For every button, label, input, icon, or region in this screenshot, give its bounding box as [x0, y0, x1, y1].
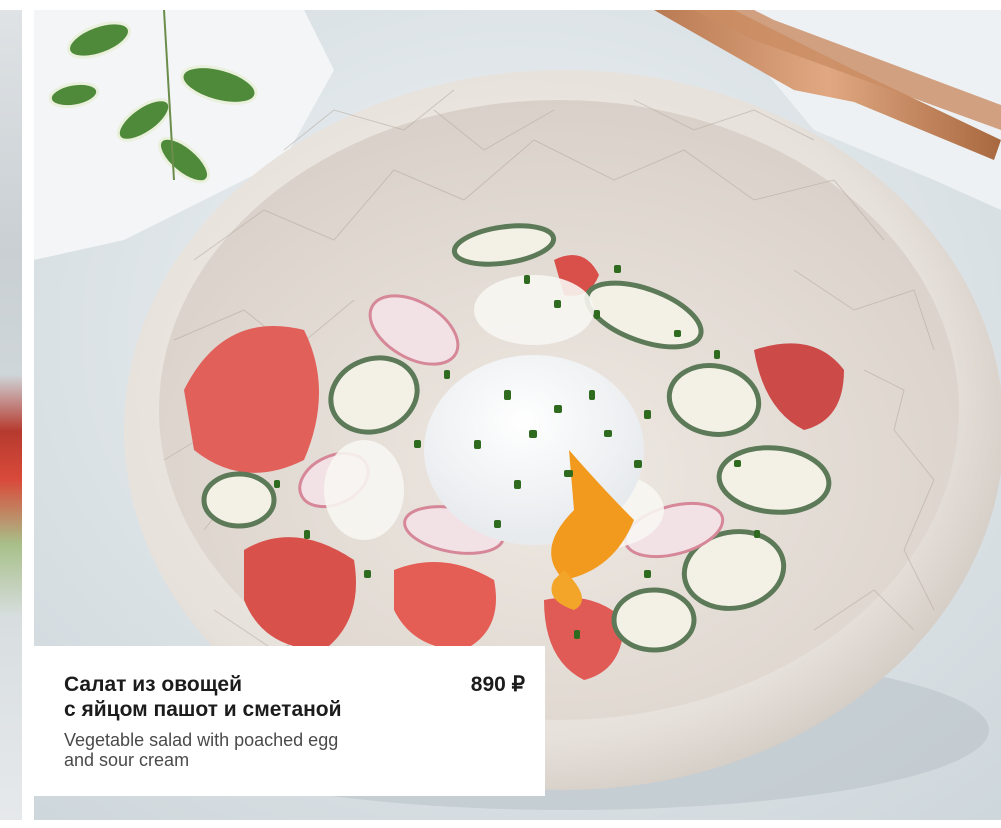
dish-title-ru-line2: с яйцом пашот и сметаной: [64, 698, 342, 721]
dish-title-ru: Салат из овощей с яйцом пашот и сметаной: [64, 672, 444, 722]
previous-dish-photo[interactable]: [0, 10, 22, 820]
dish-caption: Салат из овощей с яйцом пашот и сметаной…: [34, 646, 545, 796]
dish-price: 890 ₽: [470, 673, 525, 696]
dish-caption-header: Салат из овощей с яйцом пашот и сметаной…: [64, 672, 525, 722]
dish-title-en: Vegetable salad with poached egg and sou…: [64, 730, 454, 770]
menu-page: Салат из овощей с яйцом пашот и сметаной…: [0, 0, 1001, 828]
dish-title-en-line1: Vegetable salad with poached egg: [64, 730, 339, 750]
dish-title-en-line2: and sour cream: [64, 750, 190, 770]
dish-title-ru-line1: Салат из овощей: [64, 673, 243, 696]
